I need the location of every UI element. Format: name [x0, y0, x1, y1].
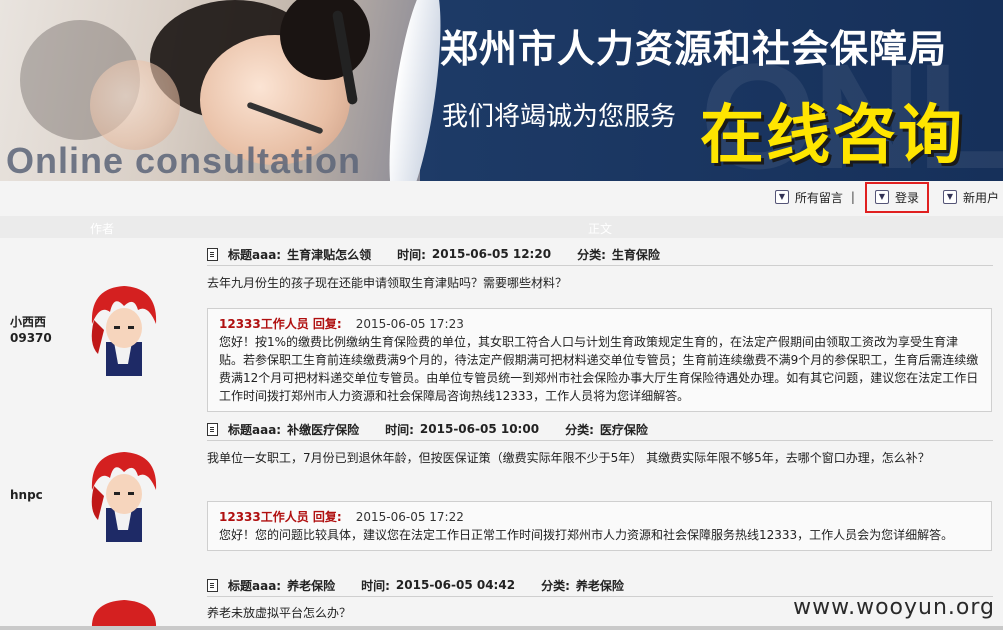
circle-arrow-icon: ▼ — [874, 190, 889, 204]
circle-arrow-icon: ▼ — [942, 190, 957, 204]
author-id: 09370 — [10, 331, 52, 345]
post-meta: 标题aaa: 补缴医疗保险 时间: 2015-06-05 10:00 分类: 医… — [207, 418, 993, 441]
all-messages-link[interactable]: ▼ 所有留言 — [774, 189, 843, 206]
login-label: 登录 — [894, 190, 919, 205]
post-category: 生育保险 — [611, 247, 660, 262]
post-time: 2015-06-05 12:20 — [431, 247, 552, 261]
user-avatar — [91, 286, 157, 376]
author-name: 小西西 — [10, 315, 47, 329]
reply-time: 2015-06-05 17:22 — [355, 510, 464, 524]
circle-arrow-icon: ▼ — [774, 190, 789, 204]
banner-title: 郑州市人力资源和社会保障局 — [440, 29, 948, 71]
reply-author: 12333工作人员 回复: — [219, 317, 342, 331]
new-user-link[interactable]: ▼ 新用户 — [942, 189, 999, 206]
reply-author: 12333工作人员 回复: — [219, 510, 342, 524]
reply-text: 您好！您的问题比较具体，建议您在法定工作日正常工作时间拨打郑州市人力资源和社会保… — [219, 528, 954, 542]
reply-text: 您好！按1%的缴费比例缴纳生育保险费的单位，其女职工符合人口与计划生育政策规定生… — [219, 335, 979, 403]
post-category: 医疗保险 — [599, 422, 648, 437]
post-time: 2015-06-05 04:42 — [395, 578, 516, 592]
top-links: ▼ 所有留言 | ▼ 登录 ▼ 新用户 — [774, 181, 999, 213]
post-meta: 标题aaa: 养老保险 时间: 2015-06-05 04:42 分类: 养老保… — [207, 574, 993, 597]
banner-big-text: 在线咨询 — [700, 99, 964, 171]
reply-time: 2015-06-05 17:23 — [355, 317, 464, 331]
post-title[interactable]: 生育津贴怎么领 — [287, 246, 371, 263]
user-avatar — [91, 452, 157, 542]
banner-english-text: Online consultation — [6, 140, 362, 181]
login-link[interactable]: ▼ 登录 — [864, 181, 929, 213]
table-header: 作者 正文 — [0, 216, 1003, 238]
all-messages-label: 所有留言 — [794, 190, 843, 205]
author-column-header: 作者 — [90, 222, 115, 236]
banner-subtitle: 我们将竭诚为您服务 — [442, 101, 677, 131]
post-title[interactable]: 养老保险 — [287, 577, 335, 594]
body-column-header: 正文 — [588, 222, 613, 236]
author-info: hnpc — [10, 487, 43, 503]
post-meta: 标题aaa: 生育津贴怎么领 时间: 2015-06-05 12:20 分类: … — [207, 243, 993, 266]
document-icon — [207, 578, 218, 592]
document-icon — [207, 422, 218, 436]
document-icon — [207, 247, 218, 261]
header-banner: ONLINE 郑州市人力资源和社会保障局 我们将竭诚为您服务 在线咨询 Onli… — [0, 0, 1003, 181]
reply-box: 12333工作人员 回复: 2015-06-05 17:22 您好！您的问题比较具… — [207, 501, 992, 551]
post-question: 去年九月份生的孩子现在还能申请领取生育津贴吗？需要哪些材料？ — [207, 276, 568, 290]
post-question: 我单位一女职工，7月份已到退休年龄，但按医保证策（缴费实际年限不少于5年） 其缴… — [207, 451, 930, 465]
post-category: 养老保险 — [575, 578, 624, 593]
horizontal-scrollbar[interactable] — [0, 626, 1003, 630]
link-separator: | — [850, 190, 855, 204]
watermark: www.wooyun.org — [793, 595, 995, 620]
reply-box: 12333工作人员 回复: 2015-06-05 17:23 您好！按1%的缴费比… — [207, 308, 992, 412]
author-name: hnpc — [10, 488, 43, 502]
author-info: 小西西 09370 — [10, 314, 52, 346]
post-time: 2015-06-05 10:00 — [419, 422, 540, 436]
new-user-label: 新用户 — [962, 190, 999, 205]
post-title[interactable]: 补缴医疗保险 — [287, 421, 359, 438]
